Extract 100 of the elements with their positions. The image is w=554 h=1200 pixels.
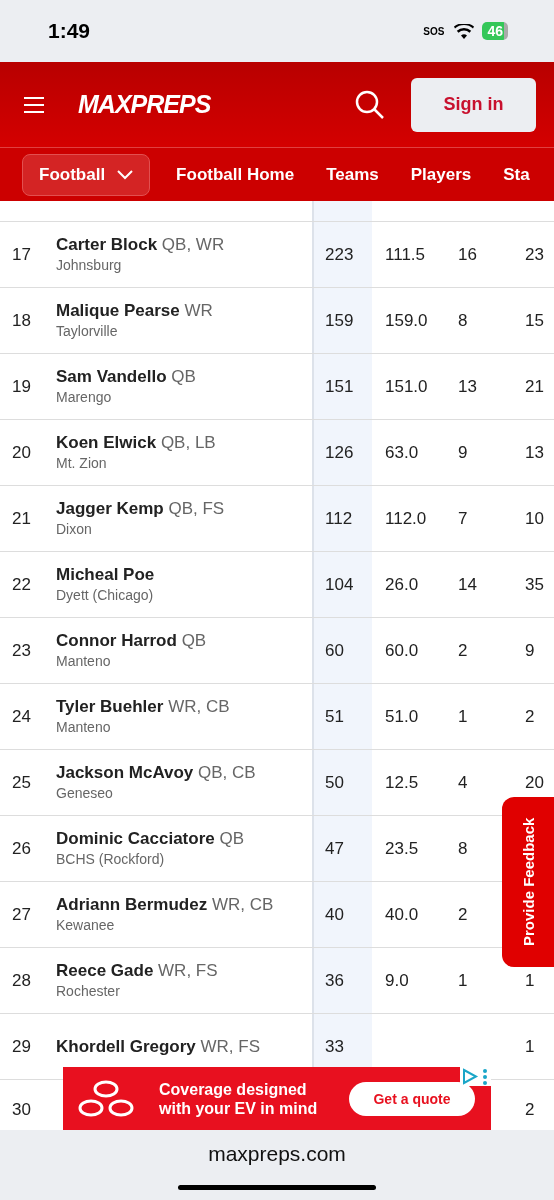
ad-banner[interactable]: Coverage designed with your EV in mind Get a quote <box>63 1067 491 1130</box>
ad-choices-icon[interactable] <box>460 1067 479 1086</box>
nav-link[interactable]: Teams <box>326 164 379 185</box>
rank-cell-text: 22 <box>11 574 32 595</box>
stat-cell-text: 40.0 <box>384 903 420 926</box>
feedback-tab[interactable]: Provide Feedback <box>502 797 554 967</box>
stat-cell-text: 151.0 <box>384 375 429 398</box>
player-name[interactable]: Adriann Bermudez WR, CB <box>56 896 274 914</box>
rank-cell-text: 28 <box>11 970 32 991</box>
stat-cell-text: 20 <box>524 771 545 794</box>
stat-cell: 60 <box>312 618 372 683</box>
search-icon[interactable] <box>355 89 385 120</box>
menu-icon[interactable] <box>24 96 44 113</box>
stat-cell-text: 8 <box>457 309 469 332</box>
rank-cell-text: 21 <box>11 508 32 529</box>
stat-cell-text: 13 <box>457 375 478 398</box>
school-name: Marengo <box>56 389 112 405</box>
school-name: BCHS (Rockford) <box>56 851 165 867</box>
stat-cell-text: 2 <box>457 639 469 662</box>
stat-cell-text: 1 <box>457 969 469 992</box>
stat-cell-text: 2 <box>524 705 536 728</box>
player-name[interactable]: Khordell Gregory WR, FS <box>56 1037 261 1056</box>
rank-cell-text: 30 <box>11 1099 32 1120</box>
stat-cell-text: 23 <box>524 243 545 266</box>
stat-cell: 223 <box>312 222 372 287</box>
stat-cell-text: 13 <box>524 441 545 464</box>
school-name: Dixon <box>56 521 92 537</box>
wifi-icon <box>454 23 475 39</box>
stat-cell-text: 9 <box>457 441 469 464</box>
player-name[interactable]: Micheal Poe <box>56 566 155 584</box>
battery-indicator: 46 <box>482 22 508 40</box>
url-text[interactable]: maxpreps.com <box>208 1142 346 1166</box>
school-name: Dyett (Chicago) <box>56 587 154 603</box>
school-name: Manteno <box>56 719 111 735</box>
stat-cell-text: 12.5 <box>384 771 420 794</box>
school-name: Geneseo <box>56 785 113 801</box>
rank-cell-text: 27 <box>11 904 32 925</box>
stat-cell-text: 111.5 <box>384 243 427 266</box>
stat-cell: 104 <box>312 552 372 617</box>
stat-cell-text: 23.5 <box>384 837 420 860</box>
stat-cell-text: 4 <box>457 771 469 794</box>
stat-cell: 40 <box>312 882 372 947</box>
school-name: Manteno <box>56 653 111 669</box>
nav-link[interactable]: Players <box>410 164 472 185</box>
nav-link[interactable]: Sta <box>503 164 530 185</box>
maxpreps-logo[interactable]: MAXPREPS <box>78 90 355 119</box>
player-name[interactable]: Reece Gade WR, FS <box>56 962 218 980</box>
school-name: Rochester <box>56 983 120 999</box>
stat-cell-text: 9.0 <box>384 969 410 992</box>
rank-cell-text: 19 <box>11 376 32 397</box>
rank-cell-text: 24 <box>11 706 32 727</box>
stat-cell-text: 2 <box>457 903 469 926</box>
player-name[interactable]: Jagger Kemp QB, FS <box>56 500 225 518</box>
school-name: Taylorville <box>56 323 118 339</box>
stat-cell-text: 14 <box>457 573 478 596</box>
stat-cell-text: 8 <box>457 837 469 860</box>
stat-cell-text: 159.0 <box>384 309 429 332</box>
rank-cell-text: 17 <box>11 244 32 265</box>
sign-in-button[interactable]: Sign in <box>411 77 536 132</box>
player-name[interactable]: Jackson McAvoy QB, CB <box>56 764 256 782</box>
stat-cell-text: 51.0 <box>384 705 420 728</box>
chevron-down-icon <box>117 169 134 180</box>
column-highlight <box>312 201 372 221</box>
stat-cell: 47 <box>312 816 372 881</box>
nav-link[interactable]: Football Home <box>176 164 295 185</box>
school-name: Mt. Zion <box>56 455 107 471</box>
stat-cell-text: 16 <box>457 243 478 266</box>
rank-cell-text: 29 <box>11 1036 32 1057</box>
stat-cell: 159 <box>312 288 372 353</box>
three-ovals-logo-icon <box>77 1079 135 1118</box>
stat-cell-text: 21 <box>524 375 545 398</box>
player-name[interactable]: Malique Pearse WR <box>56 302 213 320</box>
sos-indicator: SOS <box>423 25 445 37</box>
stat-cell-text: 1 <box>524 969 536 992</box>
stat-cell-text: 2 <box>524 1098 536 1121</box>
sport-dropdown[interactable]: Football <box>22 153 151 196</box>
player-name[interactable]: Carter Block QB, WR <box>56 236 225 254</box>
get-quote-button[interactable]: Get a quote <box>349 1081 475 1116</box>
status-time: 1:49 <box>48 19 92 43</box>
stat-cell-text: 1 <box>524 1035 536 1058</box>
player-name[interactable]: Sam Vandello QB <box>56 368 196 386</box>
stat-cell-text: 9 <box>524 639 536 662</box>
player-name[interactable]: Koen Elwick QB, LB <box>56 434 216 452</box>
stat-cell: 36 <box>312 948 372 1013</box>
stat-cell-text: 1 <box>457 705 469 728</box>
school-name: Johnsburg <box>56 257 122 273</box>
stat-cell-text: 35 <box>524 573 545 596</box>
ad-text: Coverage designed with your EV in mind <box>159 1079 319 1118</box>
player-name[interactable]: Connor Harrod QB <box>56 632 207 650</box>
stat-cell-text: 60.0 <box>384 639 420 662</box>
player-name[interactable]: Dominic Cacciatore QB <box>56 830 245 848</box>
rank-cell-text: 26 <box>11 838 32 859</box>
player-name[interactable]: Tyler Buehler WR, CB <box>56 698 230 716</box>
rank-cell-text: 23 <box>11 640 32 661</box>
stat-cell: 51 <box>312 684 372 749</box>
stat-cell: 151 <box>312 354 372 419</box>
rank-cell-text: 18 <box>11 310 32 331</box>
stat-cell-text: 63.0 <box>384 441 420 464</box>
rank-cell-text: 20 <box>11 442 32 463</box>
stat-cell-text: 26.0 <box>384 573 420 596</box>
